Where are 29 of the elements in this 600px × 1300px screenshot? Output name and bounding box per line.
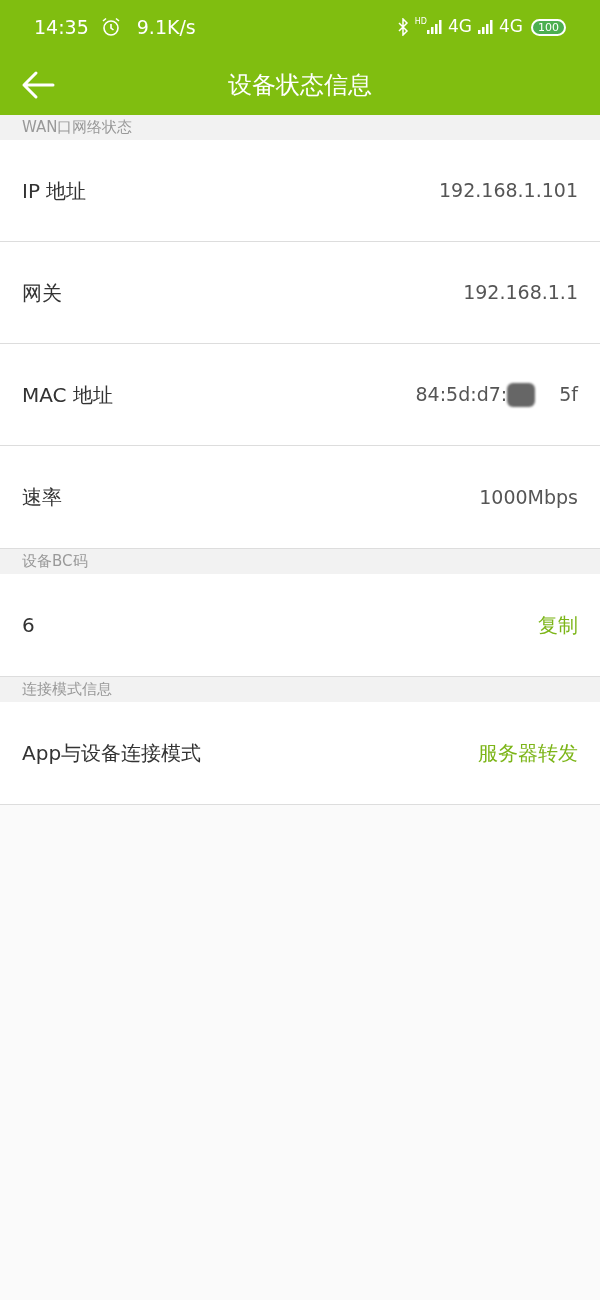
bluetooth-icon	[396, 18, 409, 36]
section-header: 连接模式信息	[22, 679, 112, 701]
status-time: 14:35	[34, 14, 89, 40]
row-label: 6	[22, 612, 35, 639]
row-value: 服务器转发	[478, 740, 578, 767]
page-title: 设备状态信息	[228, 69, 372, 101]
signal-icon	[427, 20, 445, 34]
row-value: 192.168.1.101	[439, 178, 578, 204]
back-arrow-icon	[21, 69, 55, 100]
alarm-clock-icon	[100, 17, 121, 37]
copy-button[interactable]: 复制	[538, 610, 578, 640]
battery-indicator: 100	[531, 18, 566, 36]
row-value: 84:5d:d7:	[415, 382, 508, 408]
redaction-block	[507, 382, 536, 407]
section-header: WAN口网络状态	[22, 117, 133, 139]
section-header: 设备BC码	[22, 551, 88, 573]
row-label: App与设备连接模式	[22, 740, 202, 767]
row-label: 网关	[22, 279, 62, 307]
row-label: IP 地址	[22, 177, 87, 205]
network-type: 4G	[448, 15, 472, 39]
hd-label: HD	[414, 16, 427, 28]
network-speed: 9.1K/s	[136, 14, 196, 40]
row-value: 1000Mbps	[479, 484, 578, 510]
row-value: 192.168.1.1	[463, 280, 578, 306]
signal-icon	[478, 20, 496, 34]
row-label: MAC 地址	[22, 381, 113, 409]
network-type: 4G	[499, 15, 523, 39]
row-value: 5f	[559, 382, 578, 408]
row-label: 速率	[22, 484, 62, 511]
